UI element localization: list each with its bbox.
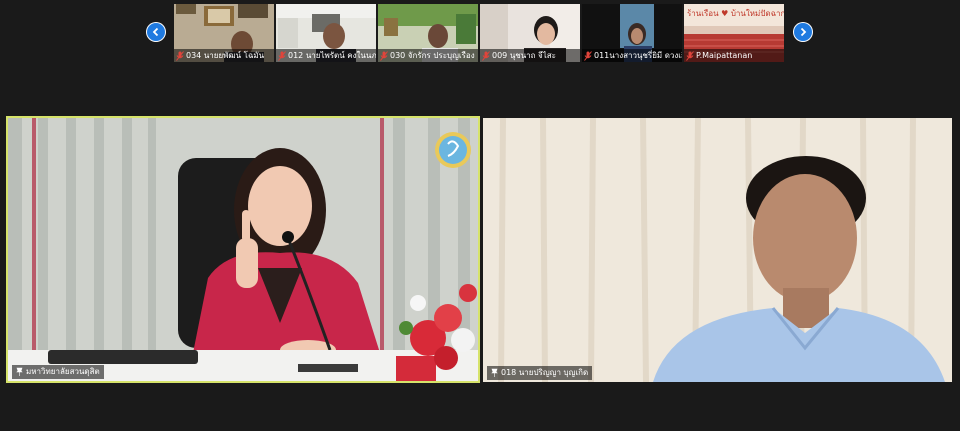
mic-muted-icon xyxy=(176,50,184,61)
gallery-next-button[interactable] xyxy=(793,22,813,42)
participant-name: 011นางสาวนุชรี่ยิมี ดวงเกิด xyxy=(594,51,682,60)
participant-name-tag: มหาวิทยาลัยสวนดุสิต xyxy=(12,365,104,379)
participant-name-tag: 018 นายปริญญา บุญเกิด xyxy=(487,366,593,380)
mic-muted-icon xyxy=(686,50,694,61)
participant-video xyxy=(483,118,952,382)
speaker-video xyxy=(8,118,478,381)
chevron-right-icon xyxy=(800,27,807,37)
active-speaker-tile[interactable]: มหาวิทยาลัยสวนดุสิต xyxy=(6,116,480,383)
mic-muted-icon xyxy=(584,50,592,61)
participant-tile[interactable]: 012 นายไพรัตน์ คงในนภ xyxy=(276,4,376,62)
participant-name: 034 นายยพัฒน์ โฉมัน xyxy=(186,51,265,60)
participant-tile[interactable]: 009 นุชนาถ จีไสะ xyxy=(480,4,580,62)
participant-tile[interactable]: ร้านเรือน ♥ บ้านใหม่ปัดฉาก P.Maipattanan xyxy=(684,4,784,62)
mic-muted-icon xyxy=(482,50,490,61)
chevron-left-icon xyxy=(152,27,159,37)
gallery-prev-button[interactable] xyxy=(146,22,166,42)
pin-icon xyxy=(16,367,23,376)
banner-text: ร้านเรือน ♥ บ้านใหม่ปัดฉาก xyxy=(687,9,784,18)
mic-muted-icon xyxy=(380,50,388,61)
participant-name: P.Maipattanan xyxy=(696,51,753,60)
participant-tile[interactable]: 034 นายยพัฒน์ โฉมัน xyxy=(174,4,274,62)
participant-name: 030 จักรักร ประบุญเรือง xyxy=(390,51,475,60)
participant-gallery: 034 นายยพัฒน์ โฉมัน 012 นายไพรัตน์ คงในน… xyxy=(174,4,786,62)
participant-name: 009 นุชนาถ จีไสะ xyxy=(492,51,556,60)
mic-muted-icon xyxy=(278,50,286,61)
participant-name: 012 นายไพรัตน์ คงในนภ xyxy=(288,51,376,60)
participant-tile[interactable]: 030 จักรักร ประบุญเรือง xyxy=(378,4,478,62)
pinned-participant-tile[interactable]: 018 นายปริญญา บุญเกิด xyxy=(483,118,952,382)
participant-tile[interactable]: 011นางสาวนุชรี่ยิมี ดวงเกิด xyxy=(582,4,682,62)
pin-icon xyxy=(491,368,498,377)
